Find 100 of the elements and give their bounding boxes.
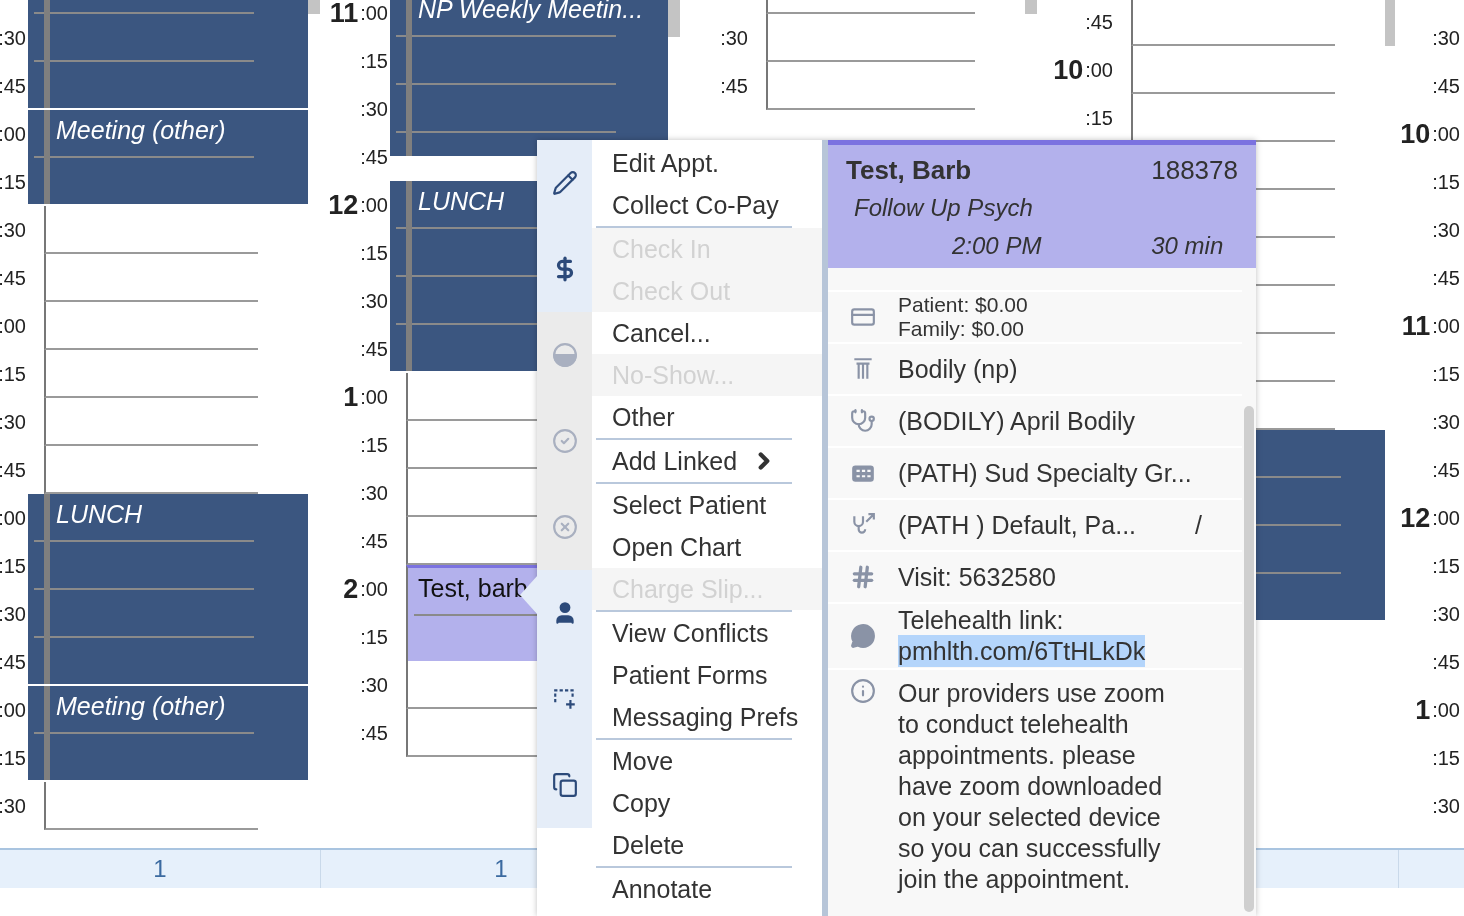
time-label: :00 bbox=[0, 697, 27, 723]
scrollbar[interactable] bbox=[668, 0, 680, 37]
telehealth-link[interactable]: pmhlth.com/6TtHLkDk bbox=[898, 635, 1146, 667]
detail-text: Family: $0.00 bbox=[898, 317, 1026, 341]
time-slot[interactable] bbox=[44, 782, 258, 830]
time-label: 11:00 bbox=[328, 0, 389, 30]
detail-text: (PATH) Sud Specialty Gr... bbox=[898, 458, 1193, 488]
scrollbar[interactable] bbox=[1244, 406, 1254, 912]
blocked-time-block[interactable] bbox=[28, 0, 308, 110]
time-slot[interactable] bbox=[44, 302, 258, 350]
time-label: :15 bbox=[0, 553, 27, 579]
scrollbar[interactable] bbox=[1385, 0, 1395, 46]
time-label: :30 bbox=[0, 409, 27, 435]
time-label: :30 bbox=[359, 480, 389, 506]
time-label: 11:00 bbox=[1400, 309, 1461, 343]
appointment-time: 2:00 PM bbox=[951, 232, 1043, 260]
time-label: :30 bbox=[1431, 601, 1461, 627]
time-label: :45 bbox=[1431, 73, 1461, 99]
time-label: :15 bbox=[359, 48, 389, 74]
copy-icon bbox=[551, 772, 578, 798]
hash-icon bbox=[850, 564, 876, 590]
time-label: :15 bbox=[1084, 105, 1114, 131]
time-label: :45 bbox=[1084, 9, 1114, 35]
time-label: :15 bbox=[359, 624, 389, 650]
x-circle-icon bbox=[551, 514, 578, 540]
pencil-icon bbox=[551, 170, 578, 196]
time-label: :45 bbox=[719, 73, 749, 99]
time-slot[interactable] bbox=[44, 206, 258, 254]
time-label: :30 bbox=[0, 25, 27, 51]
appointment-type: Follow Up Psych bbox=[853, 194, 1034, 222]
patient-name: Test, Barb bbox=[846, 154, 973, 186]
detail-text: Visit: 5632580 bbox=[898, 562, 1057, 592]
time-label: :45 bbox=[359, 336, 389, 362]
time-label: 12:00 bbox=[327, 188, 389, 222]
time-label: 12:00 bbox=[1399, 501, 1461, 535]
time-label: :30 bbox=[0, 217, 27, 243]
time-label: :45 bbox=[0, 457, 27, 483]
time-label: :45 bbox=[1431, 457, 1461, 483]
time-label: :30 bbox=[0, 793, 27, 819]
patient-id: 188378 bbox=[1151, 154, 1238, 186]
time-label: :30 bbox=[359, 672, 389, 698]
time-label: :30 bbox=[359, 96, 389, 122]
time-label: :45 bbox=[1431, 649, 1461, 675]
check-circle-icon bbox=[551, 428, 578, 454]
time-label: :45 bbox=[0, 265, 27, 291]
time-label: 10:00 bbox=[1399, 117, 1461, 151]
detail-text: Telehealth link: bbox=[898, 605, 1065, 635]
time-label: :30 bbox=[719, 25, 749, 51]
time-label: :45 bbox=[359, 144, 389, 170]
time-label: :30 bbox=[0, 601, 27, 627]
time-label: :00 bbox=[0, 505, 27, 531]
stethoscope-icon bbox=[850, 408, 876, 434]
half-circle-icon bbox=[551, 342, 578, 368]
time-slot[interactable] bbox=[44, 398, 258, 446]
info-text: Our providers use zoom to conduct telehealth appointments. please have zoom downloaded on your selected device so you can successfully join the appointment. bbox=[898, 678, 1166, 895]
blocked-time-block[interactable]: Meeting (other) bbox=[28, 686, 308, 782]
info-icon bbox=[850, 678, 876, 704]
time-label: :15 bbox=[0, 361, 27, 387]
time-label: :15 bbox=[1431, 553, 1461, 579]
time-slot[interactable] bbox=[44, 254, 258, 302]
time-label: :15 bbox=[0, 169, 27, 195]
time-label: :30 bbox=[1431, 409, 1461, 435]
time-label: :15 bbox=[1431, 169, 1461, 195]
appointment-duration: 30 min bbox=[1151, 232, 1225, 260]
time-label: :00 bbox=[0, 313, 27, 339]
time-label: :30 bbox=[1431, 217, 1461, 243]
detail-text: (BODILY) April Bodily bbox=[898, 406, 1137, 436]
time-label: :15 bbox=[359, 432, 389, 458]
time-label: :30 bbox=[359, 288, 389, 314]
count-label: 1 bbox=[494, 855, 508, 883]
count-label: 1 bbox=[153, 855, 167, 883]
time-label: :15 bbox=[1431, 745, 1461, 771]
time-label: :15 bbox=[0, 745, 27, 771]
time-label: 2:00 bbox=[342, 572, 389, 606]
speech-bubble-icon bbox=[850, 623, 876, 649]
time-label: :00 bbox=[0, 121, 27, 147]
blocked-time-block[interactable]: Meeting (other) bbox=[28, 110, 308, 206]
detail-text: / bbox=[1195, 510, 1203, 540]
time-label: :15 bbox=[1431, 361, 1461, 387]
time-label: :45 bbox=[0, 649, 27, 675]
time-label: :45 bbox=[359, 528, 389, 554]
detail-text: Patient: $0.00 bbox=[898, 293, 1029, 317]
move-selection-icon bbox=[551, 686, 578, 712]
time-slot[interactable] bbox=[766, 14, 975, 62]
time-label: 1:00 bbox=[342, 380, 389, 414]
time-label: :45 bbox=[0, 73, 27, 99]
time-label: :15 bbox=[359, 240, 389, 266]
time-label: 1:00 bbox=[1414, 693, 1461, 727]
time-slot[interactable] bbox=[766, 62, 975, 110]
time-slot[interactable] bbox=[1131, 0, 1335, 46]
time-label: :45 bbox=[1431, 265, 1461, 291]
detail-text: Bodily (np) bbox=[898, 354, 1019, 384]
time-label: :30 bbox=[1431, 25, 1461, 51]
time-label: 10:00 bbox=[1052, 53, 1114, 87]
blocked-time-block[interactable]: LUNCH bbox=[28, 494, 308, 686]
time-slot[interactable] bbox=[1131, 46, 1335, 94]
detail-text: (PATH ) Default, Pa... bbox=[898, 510, 1138, 540]
time-label: :45 bbox=[359, 720, 389, 746]
time-label: :30 bbox=[1431, 793, 1461, 819]
time-slot[interactable] bbox=[44, 350, 258, 398]
